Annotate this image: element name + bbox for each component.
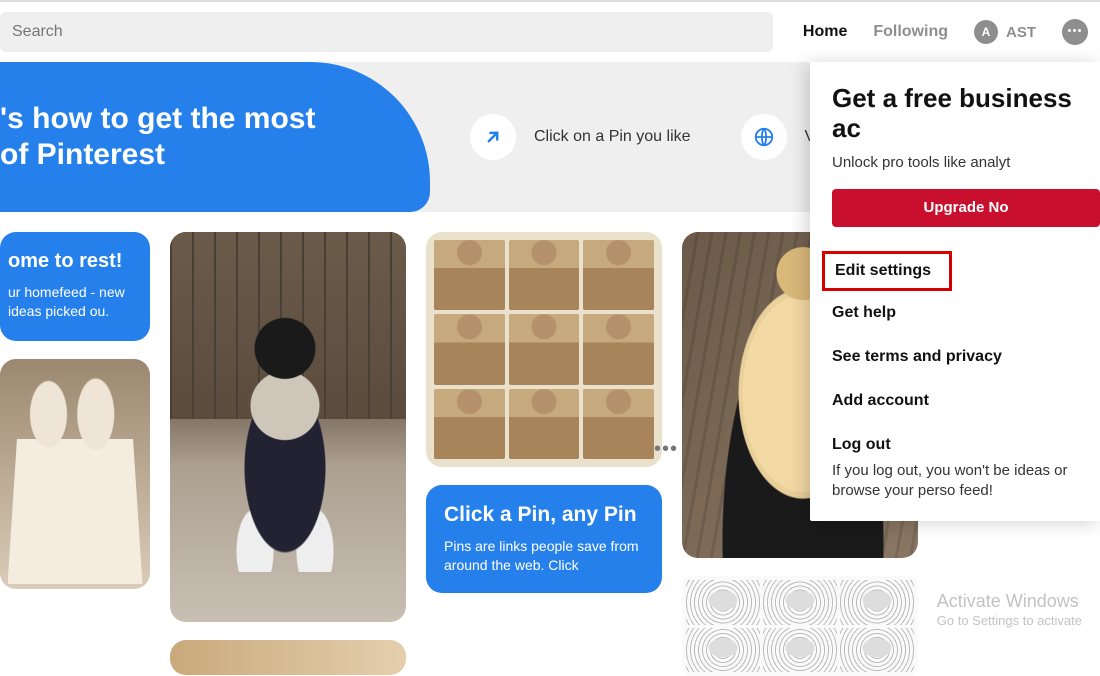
braid-cell (583, 240, 654, 310)
user-name: AST (1006, 24, 1036, 41)
braid-cell (509, 240, 580, 310)
dropdown-title: Get a free business ac (832, 84, 1100, 144)
upgrade-button[interactable]: Upgrade No (832, 189, 1100, 227)
hero-line2: of Pinterest (0, 138, 165, 171)
tip1-text: Click on a Pin you like (534, 127, 691, 148)
pin-wedding-dress[interactable] (0, 359, 150, 589)
menu-terms-privacy[interactable]: See terms and privacy (832, 335, 1100, 379)
braid-cell (434, 389, 505, 459)
sketch-cell (763, 580, 837, 625)
clickpin-title: Click a Pin, any Pin (444, 503, 644, 527)
welcome-title: ome to rest! (8, 250, 132, 273)
pin-braids-grid[interactable] (426, 232, 662, 467)
dropdown-list: Edit settings Get help See terms and pri… (832, 251, 1100, 502)
nav-following[interactable]: Following (873, 23, 948, 41)
more-icon[interactable]: ••• (654, 438, 678, 461)
chat-icon[interactable] (1062, 19, 1088, 45)
logout-note: If you log out, you won't be ideas or br… (832, 461, 1100, 502)
sketch-cell (840, 628, 914, 673)
braid-cell (583, 314, 654, 384)
braid-cell (509, 314, 580, 384)
clickpin-body: Pins are links people save from around t… (444, 537, 644, 575)
menu-edit-settings[interactable]: Edit settings (822, 251, 952, 291)
sketch-cell (686, 580, 760, 625)
pin-braids-wrap: ••• (426, 232, 662, 467)
braid-cell (509, 389, 580, 459)
welcome-card[interactable]: ome to rest! ur homefeed - new ideas pic… (0, 232, 150, 341)
hero-line1: 's how to get the most (0, 102, 315, 135)
menu-get-help[interactable]: Get help (832, 291, 1100, 335)
globe-icon (741, 114, 787, 160)
braid-cell (434, 314, 505, 384)
search-box[interactable] (0, 12, 773, 52)
sketch-cell (763, 628, 837, 673)
sketch-cell (686, 628, 760, 673)
menu-add-account[interactable]: Add account (832, 379, 1100, 423)
pin-woman-sitting[interactable] (170, 232, 406, 622)
clickpin-card[interactable]: Click a Pin, any Pin Pins are links peop… (426, 485, 662, 593)
search-input[interactable] (12, 23, 761, 41)
braid-cell (583, 389, 654, 459)
tip-click-pin[interactable]: Click on a Pin you like (470, 114, 691, 160)
hero-headline: 's how to get the most of Pinterest (0, 62, 430, 212)
braid-cell (434, 240, 505, 310)
nav-home[interactable]: Home (803, 23, 847, 41)
feed-col-2 (170, 232, 406, 676)
header: Home Following A AST (0, 2, 1100, 62)
user-block[interactable]: A AST (974, 20, 1036, 44)
pin-hair-sketches[interactable] (682, 576, 918, 676)
account-dropdown: Get a free business ac Unlock pro tools … (810, 62, 1100, 521)
feed-col-3: ••• Click a Pin, any Pin Pins are links … (426, 232, 662, 676)
arrow-up-right-icon (470, 114, 516, 160)
feed-col-1: ome to rest! ur homefeed - new ideas pic… (0, 232, 150, 676)
dropdown-subtitle: Unlock pro tools like analyt (832, 154, 1100, 171)
avatar: A (974, 20, 998, 44)
sketch-cell (840, 580, 914, 625)
nav-links: Home Following A AST (803, 19, 1088, 45)
welcome-body: ur homefeed - new ideas picked ou. (8, 283, 132, 321)
